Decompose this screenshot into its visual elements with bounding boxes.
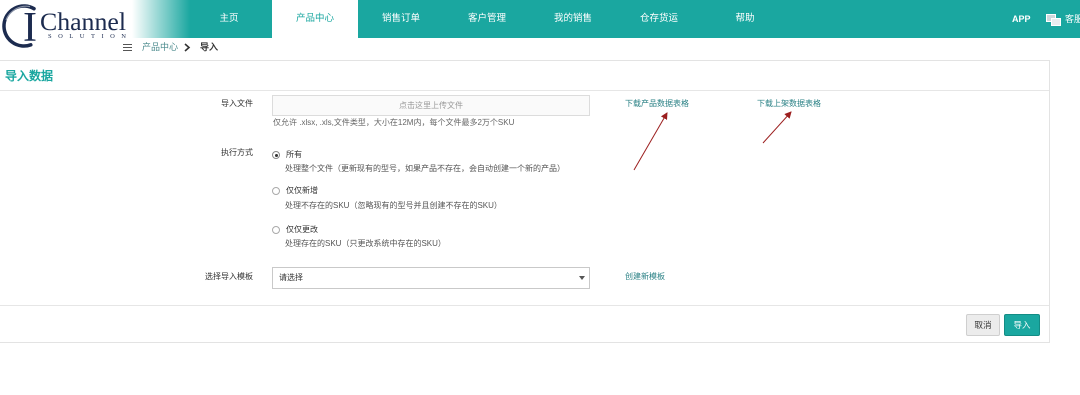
import-panel: 导入数据 导入文件 点击这里上传文件 仅允许 .xlsx, .xls,文件类型，… (0, 60, 1050, 343)
nav-item-help[interactable]: 帮助 (702, 0, 788, 38)
radio-description: 处理整个文件（更新现有的型号，如果产品不存在，会自动创建一个新的产品） (285, 164, 565, 173)
nav-item-customers[interactable]: 客户管理 (444, 0, 530, 38)
template-select-value: 请选择 (279, 273, 303, 282)
file-upload-field[interactable]: 点击这里上传文件 (272, 95, 590, 116)
customer-service-link[interactable]: 客服 (1046, 11, 1080, 27)
ichannel-logo[interactable]: I Channel SOLUTION (0, 0, 135, 50)
top-navbar: 主页 产品中心 销售订单 客户管理 我的销售 仓存货运 帮助 APP 客服 (0, 0, 1080, 40)
breadcrumb-current: 导入 (200, 42, 219, 52)
page-title: 导入数据 (5, 69, 54, 83)
nav-item-products[interactable]: 产品中心 (272, 0, 358, 40)
breadcrumb-products-link[interactable]: 产品中心 (142, 41, 178, 54)
template-field-label: 选择导入模板 (205, 272, 253, 281)
radio-button[interactable] (272, 187, 280, 195)
file-hint: 仅允许 .xlsx, .xls,文件类型，大小在12M内，每个文件最多2万个SK… (273, 118, 515, 127)
radio-label: 所有 (286, 150, 302, 159)
radio-description: 处理不存在的SKU（忽略现有的型号并且创建不存在的SKU） (285, 201, 502, 210)
radio-description: 处理存在的SKU（只更改系统中存在的SKU） (285, 239, 446, 248)
radio-label: 仅仅新增 (286, 186, 318, 195)
chat-icon (1046, 13, 1062, 26)
download-product-template-link[interactable]: 下载产品数据表格 (625, 98, 689, 110)
customer-service-label: 客服 (1065, 14, 1080, 24)
chevron-right-icon (184, 43, 191, 52)
nav-item-home[interactable]: 主页 (186, 0, 272, 38)
radio-button[interactable] (272, 151, 280, 159)
import-button[interactable]: 导入 (1004, 314, 1040, 336)
radio-button[interactable] (272, 226, 280, 234)
file-field-label: 导入文件 (221, 99, 253, 108)
logo-initial: I (23, 5, 37, 50)
nav-item-my-sales[interactable]: 我的销售 (530, 0, 616, 38)
template-select[interactable]: 请选择 (272, 267, 590, 289)
download-listing-template-link[interactable]: 下载上架数据表格 (757, 98, 821, 110)
cancel-button[interactable]: 取消 (966, 314, 1000, 336)
caret-down-icon (579, 276, 585, 280)
main-nav: 主页 产品中心 销售订单 客户管理 我的销售 仓存货运 帮助 (186, 0, 788, 40)
create-template-link[interactable]: 创建新模板 (625, 271, 665, 283)
nav-item-warehouse[interactable]: 仓存货运 (616, 0, 702, 38)
nav-item-sales-orders[interactable]: 销售订单 (358, 0, 444, 38)
mode-field-label: 执行方式 (221, 148, 253, 157)
title-divider (0, 90, 1049, 91)
footer-divider (0, 305, 1049, 306)
logo-name: Channel (40, 9, 126, 36)
app-link[interactable]: APP (1012, 13, 1031, 25)
radio-label: 仅仅更改 (286, 225, 318, 234)
